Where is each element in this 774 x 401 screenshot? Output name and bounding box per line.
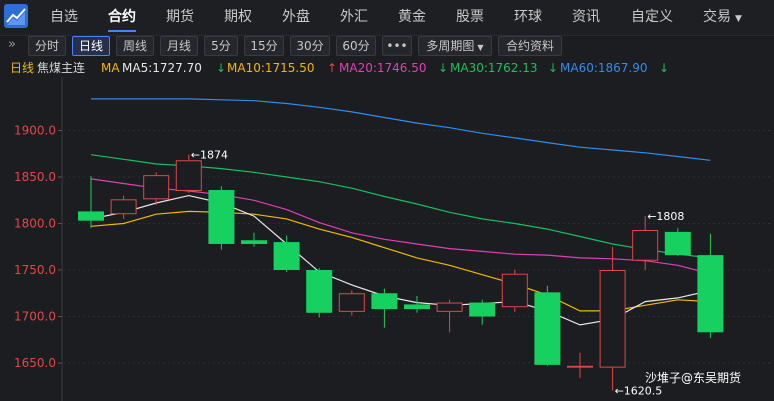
- candle-body: [273, 242, 300, 270]
- period-button-60min[interactable]: 60分: [336, 36, 376, 56]
- nav-item-trade[interactable]: 交易 ▼: [703, 0, 742, 36]
- ma20-line: [90, 178, 711, 275]
- nav-item-foreign-market[interactable]: 外盘: [282, 0, 310, 36]
- double-chevron-right-icon[interactable]: »: [8, 37, 16, 52]
- multi-period-label: 多周期图: [426, 39, 475, 53]
- candle-body: [567, 365, 593, 368]
- arrow-down-icon: ↓: [216, 61, 227, 75]
- contract-info-button[interactable]: 合约资料: [498, 36, 562, 56]
- extreme-label: ←1808: [647, 210, 684, 223]
- arrow-down-icon: ↓: [548, 61, 559, 75]
- arrow-down-icon: ↓: [659, 61, 670, 75]
- candle-down: [371, 288, 398, 328]
- candle-up: [501, 270, 528, 312]
- y-tick-label: 1650.0: [14, 356, 56, 370]
- period-toolbar: » 分时 日线 周线 月线 5分 15分 30分 60分 ••• 多周期图 ▼ 合…: [0, 36, 774, 58]
- nav-item-custom[interactable]: 自定义: [631, 0, 673, 36]
- candle-down: [404, 296, 430, 313]
- candle-body: [599, 270, 626, 368]
- candle-down: [664, 228, 691, 257]
- multi-period-dropdown[interactable]: 多周期图 ▼: [418, 36, 492, 56]
- period-button-weekly[interactable]: 周线: [116, 36, 154, 56]
- top-nav: 自选 合约 期货 期权 外盘 外汇 黄金 股票 环球 资讯 自定义 交易 ▼: [0, 0, 774, 36]
- candle-down: [306, 268, 333, 318]
- candle-up: [110, 195, 137, 219]
- candle-up: [599, 246, 626, 391]
- nav-item-gold[interactable]: 黄金: [398, 0, 426, 36]
- candle-down: [534, 285, 561, 366]
- candle-body: [338, 293, 365, 312]
- candle-body: [534, 292, 561, 365]
- candle-body: [143, 175, 170, 200]
- y-tick-label: 1800.0: [14, 217, 56, 231]
- nav-item-options[interactable]: 期权: [224, 0, 252, 36]
- candle-body: [175, 160, 202, 191]
- candle-body: [78, 211, 104, 221]
- watermark: 沙堆子@东吴期货: [645, 371, 742, 385]
- period-button-monthly[interactable]: 月线: [160, 36, 198, 56]
- y-tick-label: 1850.0: [14, 170, 56, 184]
- nav-item-trade-label: 交易: [703, 9, 731, 25]
- period-button-intraday[interactable]: 分时: [28, 36, 66, 56]
- candle-down: [273, 235, 300, 272]
- chevron-down-icon: ▼: [735, 14, 742, 24]
- candle-body: [469, 302, 496, 317]
- extreme-label: ←1874: [191, 149, 228, 162]
- candle-up: [338, 290, 365, 316]
- candle-down: [469, 299, 496, 325]
- nav-item-forex[interactable]: 外汇: [340, 0, 368, 36]
- nav-item-news[interactable]: 资讯: [572, 0, 600, 36]
- ma-label: MA: [101, 61, 120, 75]
- candle-body: [241, 240, 267, 244]
- candle-body: [697, 255, 724, 333]
- ma5-value: MA5:1727.70: [122, 61, 202, 75]
- nav-item-watchlist[interactable]: 自选: [50, 0, 78, 36]
- period-button-5min[interactable]: 5分: [204, 36, 238, 56]
- candle-body: [436, 302, 463, 312]
- nav-item-contract[interactable]: 合约: [108, 0, 136, 36]
- candle-body: [404, 304, 430, 310]
- extreme-label: ←1620.5: [615, 384, 663, 397]
- y-tick-label: 1900.0: [14, 124, 56, 138]
- app-logo-icon[interactable]: [4, 4, 28, 28]
- more-button[interactable]: •••: [382, 36, 412, 56]
- nav-item-global[interactable]: 环球: [514, 0, 542, 36]
- candle-down: [78, 176, 104, 229]
- caret-down-icon: ▼: [477, 43, 484, 52]
- candle-body: [306, 270, 333, 313]
- candle-down: [697, 233, 724, 338]
- candle-body: [110, 199, 137, 215]
- candle-body: [501, 273, 528, 308]
- candle-body: [208, 190, 235, 244]
- candle-up: [143, 172, 170, 205]
- ma60-line: [91, 98, 711, 161]
- ma20-value: MA20:1746.50: [339, 61, 427, 75]
- period-button-30min[interactable]: 30分: [290, 36, 330, 56]
- ma10-value: MA10:1715.50: [227, 61, 315, 75]
- candle-body: [371, 293, 398, 310]
- contract-name: 焦煤主连: [37, 61, 86, 75]
- candle-body: [632, 230, 659, 261]
- y-tick-label: 1750.0: [14, 263, 56, 277]
- y-tick-label: 1700.0: [14, 310, 56, 324]
- arrow-up-icon: ↑: [327, 61, 338, 75]
- period-button-daily[interactable]: 日线: [72, 36, 110, 56]
- period-button-15min[interactable]: 15分: [244, 36, 284, 56]
- y-axis-ticks: 1900.0 1850.0 1800.0 1750.0 1700.0 1650.0: [14, 124, 62, 370]
- nav-item-stocks[interactable]: 股票: [456, 0, 484, 36]
- candle-up: [567, 352, 593, 378]
- ma30-value: MA30:1762.13: [450, 61, 538, 75]
- ma60-value: MA60:1867.90: [560, 61, 648, 75]
- nav-item-futures[interactable]: 期货: [166, 0, 194, 36]
- candle-body: [664, 231, 691, 256]
- period-label: 日线: [10, 61, 35, 75]
- candle-down: [241, 232, 267, 247]
- arrow-down-icon: ↓: [438, 61, 449, 75]
- kline-chart[interactable]: 1900.0 1850.0 1800.0 1750.0 1700.0 1650.0 ←18…: [0, 77, 774, 401]
- ma-indicator-row: 日线 焦煤主连 MA MA5:1727.70 ↓ MA10:1715.50 ↑ …: [0, 59, 774, 77]
- candle-down: [208, 186, 235, 250]
